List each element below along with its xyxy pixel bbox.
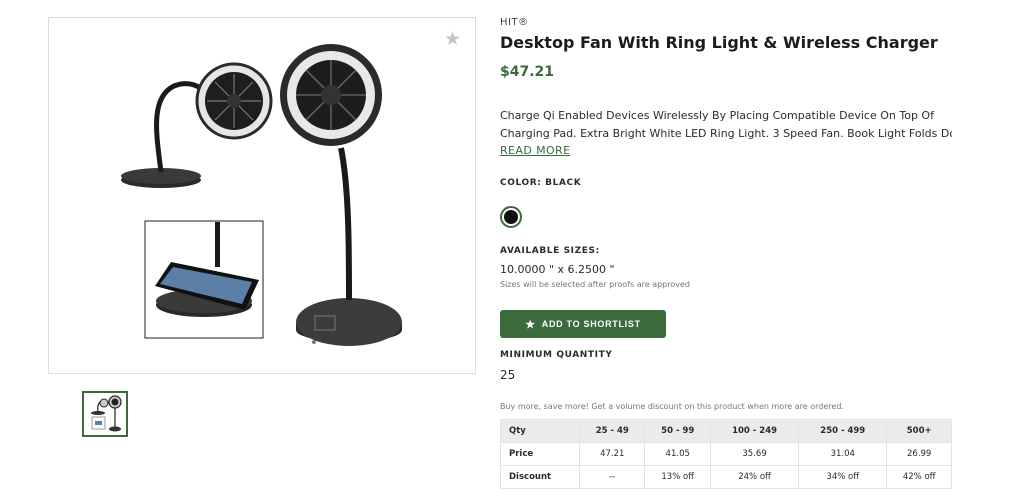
header-cell: 25 - 49: [578, 419, 646, 443]
table-cell: 42% off: [886, 465, 952, 489]
price-table-header: Qty 25 - 49 50 - 99 100 - 249 250 - 499 …: [500, 419, 952, 443]
table-cell: 26.99: [886, 442, 952, 466]
product-photo-illustration: [121, 44, 402, 346]
product-thumbnail[interactable]: [82, 391, 128, 437]
header-cell: Qty: [500, 419, 580, 443]
table-cell: Price: [500, 442, 580, 466]
table-cell: 31.04: [798, 442, 888, 466]
favorite-star-icon[interactable]: ★: [444, 30, 461, 49]
product-price: $47.21: [500, 64, 555, 80]
description-line: Charging Pad. Extra Bright White LED Rin…: [500, 127, 952, 140]
table-cell: Discount: [500, 465, 580, 489]
minimum-quantity-label: MINIMUM QUANTITY: [500, 350, 613, 360]
product-title: Desktop Fan With Ring Light & Wireless C…: [500, 33, 938, 52]
table-cell: 13% off: [644, 465, 711, 489]
read-more-link[interactable]: READ MORE: [500, 144, 570, 157]
sizes-note: Sizes will be selected after proofs are …: [500, 280, 690, 289]
product-description: Charge Qi Enabled Devices Wirelessly By …: [500, 107, 952, 143]
volume-discount-note: Buy more, save more! Get a volume discou…: [500, 402, 844, 411]
color-label: COLOR: BLACK: [500, 178, 582, 188]
shortlist-button-label: ADD TO SHORTLIST: [541, 319, 641, 329]
header-cell: 250 - 499: [798, 419, 888, 443]
minimum-quantity-value: 25: [500, 368, 516, 382]
description-line: Charge Qi Enabled Devices Wirelessly By …: [500, 109, 934, 122]
table-cell: --: [578, 465, 646, 489]
table-cell: 34% off: [798, 465, 888, 489]
table-cell: 41.05: [644, 442, 711, 466]
header-cell: 500+: [886, 419, 952, 443]
color-swatch-black[interactable]: [500, 206, 522, 228]
table-row: Discount -- 13% off 24% off 34% off 42% …: [500, 465, 952, 489]
product-image[interactable]: ★: [48, 17, 476, 374]
available-sizes-label: AVAILABLE SIZES:: [500, 246, 600, 256]
swatch-fill: [504, 210, 518, 224]
price-table: Qty 25 - 49 50 - 99 100 - 249 250 - 499 …: [500, 419, 952, 489]
header-cell: 100 - 249: [709, 419, 800, 443]
table-cell: 47.21: [578, 442, 646, 466]
brand-name: HIT®: [500, 17, 529, 28]
star-icon: ★: [525, 318, 536, 331]
table-cell: 35.69: [709, 442, 800, 466]
size-value: 10.0000 " x 6.2500 ": [500, 263, 615, 276]
table-row: Price 47.21 41.05 35.69 31.04 26.99: [500, 442, 952, 466]
table-cell: 24% off: [709, 465, 800, 489]
header-cell: 50 - 99: [644, 419, 711, 443]
add-to-shortlist-button[interactable]: ★ ADD TO SHORTLIST: [500, 310, 666, 338]
thumbnail-illustration: [91, 395, 122, 432]
